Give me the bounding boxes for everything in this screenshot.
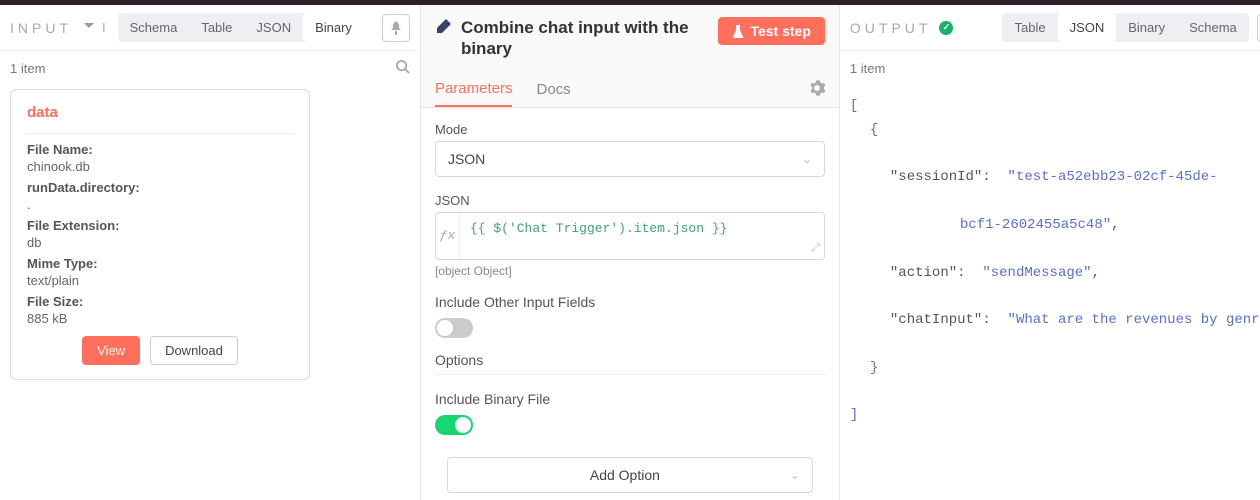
tab-binary[interactable]: Binary: [303, 13, 364, 42]
mode-value: JSON: [448, 151, 485, 167]
tab-out-schema[interactable]: Schema: [1177, 13, 1249, 42]
center-tabs: Parameters Docs: [421, 66, 839, 108]
output-label: OUTPUT: [850, 20, 932, 36]
input-header: INPUT I Schema Table JSON Binary: [0, 5, 420, 51]
input-label: INPUT: [10, 20, 72, 36]
test-step-button[interactable]: Test step: [718, 17, 824, 45]
json-result-text: [object Object]: [435, 264, 825, 278]
include-other-label: Include Other Input Fields: [435, 294, 825, 310]
include-other-toggle[interactable]: [435, 318, 473, 338]
add-option-select[interactable]: Add Option ⌄: [447, 457, 813, 493]
mime-label: Mime Type:: [27, 256, 293, 271]
file-ext-label: File Extension:: [27, 218, 293, 233]
size-label: File Size:: [27, 294, 293, 309]
gear-icon[interactable]: [809, 80, 825, 99]
download-button[interactable]: Download: [150, 336, 238, 365]
mime-value: text/plain: [27, 273, 293, 288]
tab-out-table[interactable]: Table: [1002, 13, 1057, 42]
flask-icon: [732, 25, 744, 38]
tab-json[interactable]: JSON: [244, 13, 303, 42]
file-ext-value: db: [27, 235, 293, 250]
input-tabs: Schema Table JSON Binary: [118, 13, 364, 42]
card-title: data: [27, 104, 293, 121]
rundata-dir-label: runData.directory:: [27, 180, 293, 195]
binary-data-card: data File Name: chinook.db runData.direc…: [10, 89, 310, 380]
json-expression-box[interactable]: ƒx {{ $('Chat Trigger').item.json }} ⤢: [435, 212, 825, 260]
search-icon[interactable]: [395, 59, 410, 77]
test-step-label: Test step: [750, 23, 810, 39]
tab-docs[interactable]: Docs: [536, 73, 570, 106]
tab-out-binary[interactable]: Binary: [1116, 13, 1177, 42]
output-header: OUTPUT Table JSON Binary Schema: [840, 5, 1260, 51]
add-option-label: Add Option: [460, 467, 790, 483]
node-title: Combine chat input with the binary: [461, 17, 709, 60]
include-binary-label: Include Binary File: [435, 391, 825, 407]
success-icon: [939, 21, 953, 35]
fx-icon: ƒx: [436, 213, 460, 259]
chevron-down-icon: ⌄: [790, 468, 800, 482]
json-expression-text: {{ $('Chat Trigger').item.json }}: [460, 213, 824, 259]
options-heading: Options: [435, 352, 825, 368]
tab-schema[interactable]: Schema: [118, 13, 190, 42]
input-item-count: 1 item: [10, 61, 45, 76]
pin-icon: [390, 21, 402, 35]
mode-select[interactable]: JSON ⌄: [435, 141, 825, 177]
file-name-label: File Name:: [27, 142, 293, 157]
pin-input-button[interactable]: [382, 14, 410, 42]
view-button[interactable]: View: [82, 336, 140, 365]
output-item-row: 1 item: [840, 51, 1260, 85]
node-header: Combine chat input with the binary Test …: [421, 5, 839, 66]
output-item-count: 1 item: [850, 61, 885, 76]
mode-label: Mode: [435, 122, 825, 137]
tab-out-json[interactable]: JSON: [1058, 13, 1117, 42]
json-label: JSON: [435, 193, 825, 208]
input-source-dropdown[interactable]: [84, 23, 94, 33]
rundata-dir-value: .: [27, 197, 293, 212]
chevron-down-icon: ⌄: [802, 152, 812, 166]
output-json-panel: [ { "sessionId": "test-a52ebb23-02cf-45d…: [840, 85, 1260, 500]
tab-table[interactable]: Table: [189, 13, 244, 42]
output-tabs: Table JSON Binary Schema: [1002, 13, 1248, 42]
tab-parameters[interactable]: Parameters: [435, 72, 513, 107]
edit-icon: [435, 19, 451, 40]
file-name-value: chinook.db: [27, 159, 293, 174]
expand-icon[interactable]: ⤢: [811, 243, 820, 255]
size-value: 885 kB: [27, 311, 293, 326]
input-item-row: 1 item: [0, 51, 420, 85]
include-binary-toggle[interactable]: [435, 415, 473, 435]
